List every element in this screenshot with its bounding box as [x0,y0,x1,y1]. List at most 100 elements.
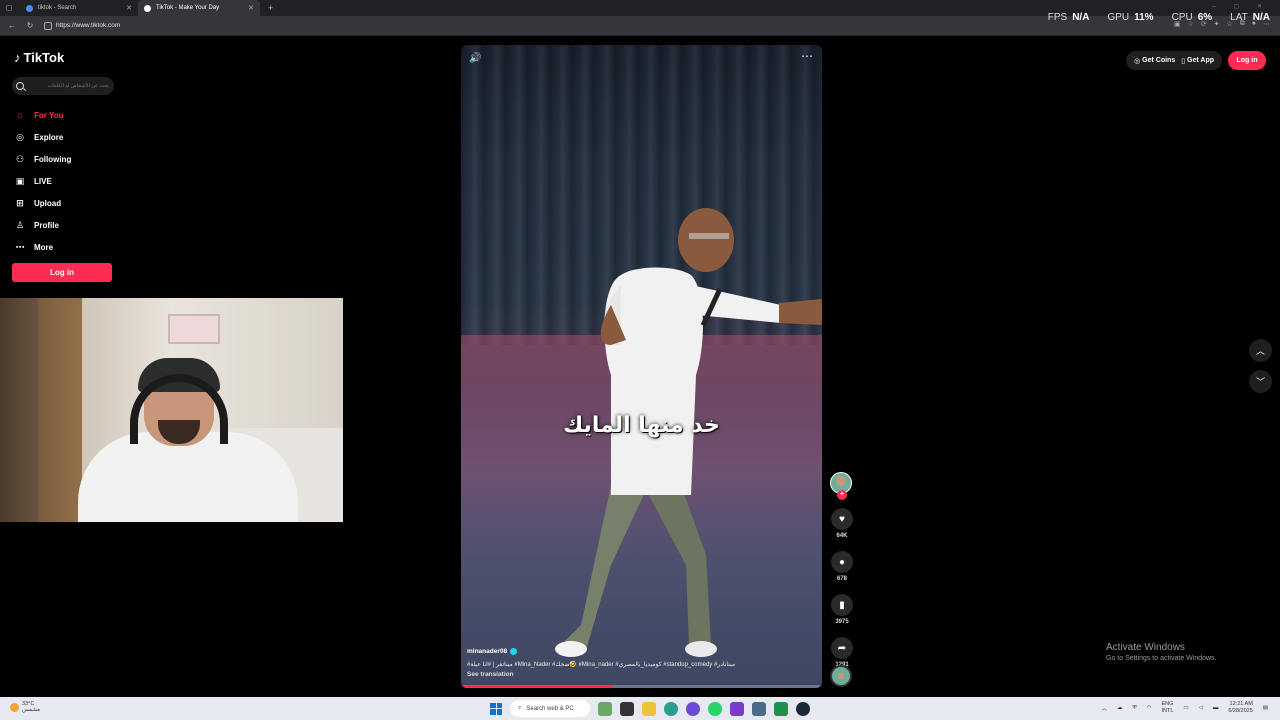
sidebar-item-following[interactable]: ⚇ Following [14,148,71,170]
author-name[interactable]: minanader08 [467,648,507,655]
shield-icon[interactable]: ⛨ [1133,705,1137,712]
close-tab-icon[interactable]: ✕ [126,4,132,12]
cpu-readout: CPU 6% [1171,12,1213,23]
search-icon [16,82,24,90]
sidebar-item-label: Upload [34,198,62,208]
sidebar-item-profile[interactable]: ♙ Profile [14,214,71,236]
widget-app-icon[interactable] [598,701,612,716]
music-disc-icon[interactable] [830,665,852,687]
fps-readout: FPS N/A [1047,12,1090,23]
task-view-icon[interactable] [620,701,634,716]
previous-video-button[interactable]: ︿ [1249,339,1272,362]
sidebar-item-label: Explore [34,132,64,142]
spreadsheet-icon[interactable] [774,701,788,716]
steam-icon[interactable] [796,701,810,716]
screen: ▢ tiktok - Search ✕ TikTok - Make Your D… [0,0,1280,720]
share-icon[interactable]: ➦ [831,637,853,659]
creator-avatar[interactable]: + [830,472,852,500]
video-player[interactable]: 🔊 ⋯ خد منها المايك minanader08 #ميناتفر … [461,45,822,688]
sidebar-item-more[interactable]: ⋯ More [14,236,71,258]
obs-icon[interactable] [730,701,744,716]
search-box[interactable] [12,77,114,95]
chevron-up-icon: ︿ [1255,346,1265,356]
taskbar-clock[interactable]: 12:21 AM 6/28/2025 [1228,701,1252,715]
battery-icon[interactable]: ▬ [1213,705,1219,711]
see-translation-link[interactable]: See translation [467,671,514,678]
sidebar-item-explore[interactable]: ◎ Explore [14,126,71,148]
live-icon: ▣ [15,175,25,186]
notification-icon[interactable]: ▤ [1263,705,1268,711]
edge-browser-icon[interactable] [664,701,678,716]
weather-widget[interactable]: 33°C مشمس [10,701,40,713]
window-controls[interactable]: ─ ▢ ✕ [1212,3,1270,10]
search-icon: ⌕ [518,705,522,711]
upload-icon: ⊞ [16,197,24,208]
comment-count: 678 [836,576,847,582]
get-app-button[interactable]: ▯ Get App [1181,57,1214,65]
browser-tab-search[interactable]: tiktok - Search ✕ [20,0,138,16]
save-action: ▮ 3975 [830,594,854,625]
sidebar-item-upload[interactable]: ⊞ Upload [14,192,71,214]
close-tab-icon[interactable]: ✕ [248,4,254,12]
webcam-wall-art [168,314,220,344]
sidebar-item-for-you[interactable]: ⌂ For You [14,104,71,126]
home-icon: ⌂ [17,110,23,120]
sidebar-item-live[interactable]: ▣ LIVE [14,170,71,192]
following-icon: ⚇ [15,153,25,164]
verified-badge-icon [510,648,518,655]
bookmark-icon[interactable]: ▮ [831,594,853,616]
discord-icon[interactable] [686,701,700,716]
reload-icon[interactable]: ↻ [24,21,36,30]
file-explorer-icon[interactable] [642,701,656,716]
next-video-button[interactable]: ﹀ [1249,370,1272,393]
get-coins-button[interactable]: ◎ Get Coins [1134,57,1175,65]
video-author[interactable]: minanader08 [467,648,518,655]
follow-plus-icon[interactable]: + [837,490,847,500]
browser-tab-tiktok[interactable]: TikTok - Make Your Day ✕ [138,0,260,16]
wifi-icon[interactable]: ◠ [1147,705,1152,711]
video-progress-fill [461,685,613,688]
webcam-feed [0,298,343,522]
header-login-button[interactable]: Log in [1228,51,1266,70]
profile-icon: ♙ [15,219,25,230]
sidebar-item-label: Following [34,154,72,164]
video-hashtags[interactable]: #ميناتفر | #انا عيلة #Mina_Nader #ضحك🤣 #… [467,661,735,668]
sidebar-item-label: Profile [34,220,59,230]
comment-icon[interactable]: ● [831,551,853,573]
webcam-streamer [78,358,298,522]
back-icon[interactable]: ← [6,21,18,30]
sidebar-login-button[interactable]: Log in [12,263,112,282]
url-field[interactable]: https://www.tiktok.com [56,22,120,29]
tray-chevron-icon[interactable]: ︿ [1102,704,1108,712]
search-input[interactable] [29,83,109,89]
coin-icon: ◎ [1134,57,1141,65]
search-favicon-icon [26,4,33,12]
calculator-icon[interactable] [752,701,766,716]
webcam-door [38,298,82,522]
taskbar-search[interactable]: ⌕ Search web & PC [510,700,590,717]
sound-icon[interactable]: 🔊 [469,53,481,64]
windows-start-icon[interactable] [490,702,502,715]
whatsapp-icon[interactable] [708,701,722,716]
video-action-bar: + ♥ 64K ● 678 ▮ 3975 ➦ 1291 [830,472,854,668]
tab-actions-icon[interactable]: ▢ [4,0,14,16]
top-right-actions: ◎ Get Coins ▯ Get App Log in [1126,51,1266,70]
volume-icon[interactable]: ◁ [1199,705,1203,711]
site-info-icon[interactable] [44,21,52,30]
new-tab-button[interactable]: + [268,3,273,13]
video-progress-bar[interactable] [461,685,822,688]
video-more-icon[interactable]: ⋯ [801,49,814,63]
more-icon: ⋯ [15,241,25,252]
logo-text: TikTok [23,50,65,65]
comment-action: ● 678 [830,551,854,582]
language-indicator[interactable]: ENG INTL [1161,701,1173,715]
tiktok-favicon-icon [144,4,151,12]
tab-title: tiktok - Search [38,5,77,11]
performance-overlay: FPS N/A GPU 11% CPU 6% LAT N/A [1048,12,1270,23]
system-tray: ︿ ☁ ⛨ ◠ ENG INTL ▭ ◁ ▬ 12:21 AM 6/28/2025 … [1102,701,1269,715]
network-icon[interactable]: ▭ [1183,705,1188,711]
gpu-readout: GPU 11% [1107,12,1154,23]
heart-icon[interactable]: ♥ [831,508,853,530]
cloud-icon[interactable]: ☁ [1117,705,1123,711]
tiktok-logo[interactable]: ♪ TikTok [14,50,64,65]
